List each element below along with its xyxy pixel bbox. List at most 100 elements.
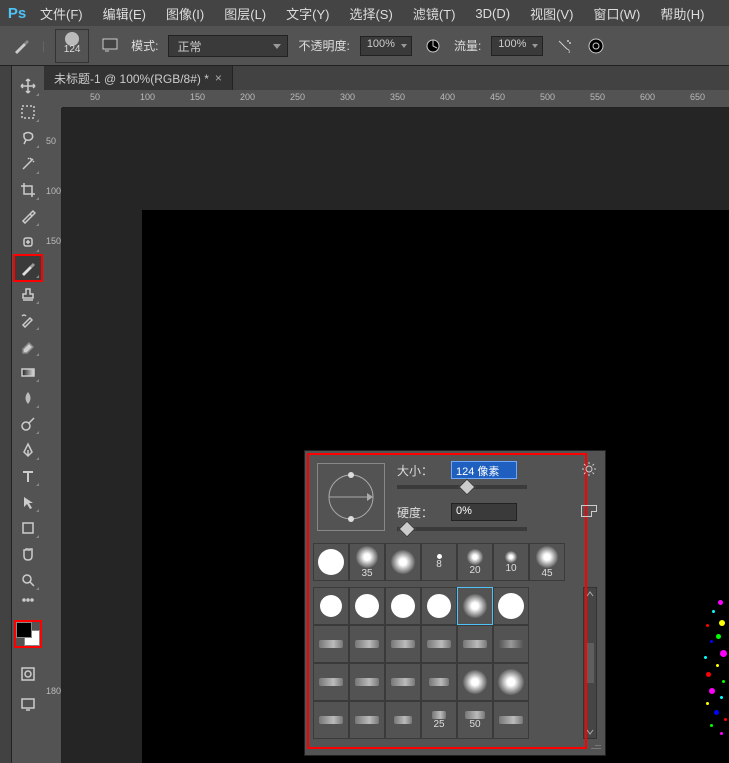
eraser-tool[interactable] xyxy=(15,334,41,358)
brush-preset[interactable] xyxy=(313,663,349,701)
brush-preset[interactable] xyxy=(313,543,349,581)
flow-label: 流量: xyxy=(454,37,481,54)
blur-tool[interactable] xyxy=(15,386,41,410)
move-tool[interactable] xyxy=(15,74,41,98)
brush-preset[interactable] xyxy=(313,701,349,739)
menu-type[interactable]: 文字(Y) xyxy=(276,4,339,23)
size-input[interactable]: 124 像素 xyxy=(451,461,517,479)
panel-menu-icon[interactable] xyxy=(581,461,597,477)
brush-preset[interactable] xyxy=(493,701,529,739)
brush-preset[interactable]: 10 xyxy=(493,543,529,581)
size-pressure-icon[interactable] xyxy=(585,35,607,57)
brush-preset[interactable]: 45 xyxy=(529,543,565,581)
tab-close-icon[interactable]: × xyxy=(215,71,222,85)
dodge-tool[interactable] xyxy=(15,412,41,436)
brush-panel-toggle-icon[interactable] xyxy=(99,35,121,57)
panel-resize-grip[interactable] xyxy=(589,739,601,751)
airbrush-icon[interactable] xyxy=(553,35,575,57)
menu-edit[interactable]: 编辑(E) xyxy=(93,4,156,23)
edit-toolbar-icon[interactable] xyxy=(15,594,41,606)
hardness-input[interactable]: 0% xyxy=(451,503,517,521)
ruler-tick-label: 400 xyxy=(440,92,455,102)
preset-label: 35 xyxy=(361,568,372,579)
brush-preset[interactable]: 25 xyxy=(421,701,457,739)
brush-preset[interactable] xyxy=(349,663,385,701)
brush-preset[interactable] xyxy=(385,587,421,625)
opacity-select[interactable]: 100% xyxy=(360,36,412,56)
brush-preset[interactable] xyxy=(349,587,385,625)
brush-preset[interactable] xyxy=(421,663,457,701)
hardness-slider[interactable] xyxy=(397,527,527,531)
screenmode-toggle[interactable] xyxy=(15,692,41,716)
brush-angle-control[interactable] xyxy=(317,463,385,531)
menu-help[interactable]: 帮助(H) xyxy=(650,4,714,23)
brush-preset[interactable] xyxy=(493,663,529,701)
flow-select[interactable]: 100% xyxy=(491,36,543,56)
preset-row: 25 50 xyxy=(313,701,579,739)
magic-wand-tool[interactable] xyxy=(15,152,41,176)
brush-preset[interactable]: 35 xyxy=(349,543,385,581)
menu-select[interactable]: 选择(S) xyxy=(339,4,402,23)
brush-preset[interactable]: 8 xyxy=(421,543,457,581)
brush-preset[interactable] xyxy=(385,543,421,581)
panel-collapse-strip[interactable] xyxy=(0,66,12,763)
brush-preset-selected[interactable] xyxy=(457,587,493,625)
foreground-color[interactable] xyxy=(16,622,32,638)
brush-preset[interactable] xyxy=(493,625,529,663)
scroll-thumb[interactable] xyxy=(586,643,594,683)
menu-3d[interactable]: 3D(D) xyxy=(465,6,520,21)
menu-image[interactable]: 图像(I) xyxy=(156,4,214,23)
ruler-origin[interactable] xyxy=(44,90,62,108)
menu-view[interactable]: 视图(V) xyxy=(520,4,583,23)
color-swatches[interactable] xyxy=(16,622,40,646)
ruler-horizontal[interactable]: 50 100 150 200 250 300 350 400 450 500 5… xyxy=(62,90,729,108)
brush-preset[interactable] xyxy=(385,625,421,663)
menu-filter[interactable]: 滤镜(T) xyxy=(403,4,466,23)
gradient-tool[interactable] xyxy=(15,360,41,384)
pen-tool[interactable] xyxy=(15,438,41,462)
opacity-pressure-icon[interactable] xyxy=(422,35,444,57)
quickmask-toggle[interactable] xyxy=(15,662,41,686)
menu-window[interactable]: 窗口(W) xyxy=(583,4,650,23)
zoom-tool[interactable] xyxy=(15,568,41,592)
brush-preset[interactable] xyxy=(313,625,349,663)
type-tool[interactable] xyxy=(15,464,41,488)
brush-preset[interactable] xyxy=(421,625,457,663)
lasso-tool[interactable] xyxy=(15,126,41,150)
brush-preset[interactable]: 50 xyxy=(457,701,493,739)
path-select-tool[interactable] xyxy=(15,490,41,514)
menu-file[interactable]: 文件(F) xyxy=(30,4,93,23)
document-tab-1[interactable]: 未标题-1 @ 100%(RGB/8#) * × xyxy=(44,66,233,90)
brush-preset[interactable] xyxy=(493,587,529,625)
brush-preset[interactable]: 20 xyxy=(457,543,493,581)
brush-preset-picker[interactable]: 124 xyxy=(55,29,89,63)
marquee-tool[interactable] xyxy=(15,100,41,124)
brush-preset[interactable] xyxy=(385,663,421,701)
brush-preset[interactable] xyxy=(457,625,493,663)
brush-tool[interactable] xyxy=(15,256,41,280)
tool-indicator-brush-icon[interactable] xyxy=(10,35,32,57)
size-slider[interactable] xyxy=(397,485,527,489)
brush-preset[interactable] xyxy=(385,701,421,739)
brush-preset[interactable] xyxy=(349,701,385,739)
scroll-up-icon[interactable] xyxy=(584,588,596,600)
brush-preset[interactable] xyxy=(421,587,457,625)
healing-tool[interactable] xyxy=(15,230,41,254)
preset-scrollbar[interactable] xyxy=(583,587,597,739)
crop-tool[interactable] xyxy=(15,178,41,202)
brush-preset[interactable] xyxy=(457,663,493,701)
brush-preset[interactable] xyxy=(313,587,349,625)
brush-preset[interactable] xyxy=(349,625,385,663)
ruler-tick-label: 180 xyxy=(46,686,61,696)
shape-tool[interactable] xyxy=(15,516,41,540)
blend-mode-select[interactable]: 正常 xyxy=(168,35,288,57)
hand-tool[interactable] xyxy=(15,542,41,566)
menu-layer[interactable]: 图层(L) xyxy=(214,4,276,23)
new-preset-icon[interactable] xyxy=(581,505,597,517)
eyedropper-tool[interactable] xyxy=(15,204,41,228)
stamp-tool[interactable] xyxy=(15,282,41,306)
scroll-down-icon[interactable] xyxy=(584,726,596,738)
ruler-vertical[interactable]: 50 100 150 180 xyxy=(44,108,62,763)
history-brush-tool[interactable] xyxy=(15,308,41,332)
ruler-tick-label: 100 xyxy=(46,186,61,196)
